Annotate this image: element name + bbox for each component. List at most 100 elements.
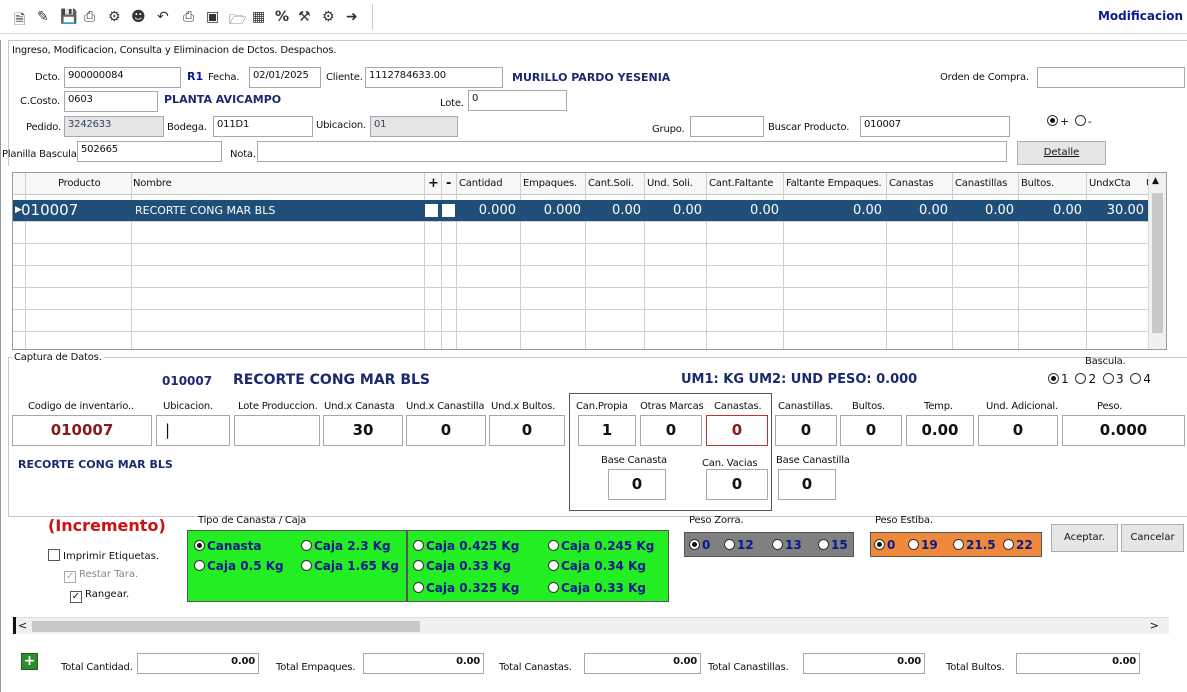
cell-canastas[interactable]: 0.00	[886, 200, 948, 221]
undxcanastilla-field[interactable]: 0	[406, 415, 486, 446]
radio-icon[interactable]	[413, 582, 424, 593]
cell-bultos[interactable]: 0.00	[1018, 200, 1082, 221]
undo-icon[interactable]: ↶	[157, 9, 169, 25]
undxcanasta-field[interactable]: 30	[323, 415, 403, 446]
temp-field[interactable]: 0.00	[906, 415, 974, 446]
col-cant-faltante[interactable]: Cant.Faltante	[706, 173, 773, 195]
bodega-field[interactable]: 011D1	[213, 116, 313, 137]
bascula-radio-icon[interactable]	[1075, 373, 1087, 384]
imprimir-checkbox[interactable]: Imprimir Etiquetas.	[48, 549, 159, 562]
hscroll-thumb[interactable]	[32, 621, 420, 632]
scroll-thumb[interactable]	[1152, 193, 1163, 333]
cell-cant-faltante[interactable]: 0.00	[706, 200, 779, 221]
tipo-caja-2-3[interactable]: Caja 2.3 Kg	[301, 539, 391, 553]
bascula-radio-icon[interactable]	[1102, 373, 1114, 384]
gear-doc-icon[interactable]: ⚙	[108, 9, 121, 25]
dcto-field[interactable]: 900000084	[64, 67, 181, 88]
zorra-opt-15[interactable]: 15	[818, 538, 848, 552]
radio-icon[interactable]	[772, 539, 783, 550]
checkbox-icon[interactable]: ✓	[70, 591, 82, 603]
plus-checkbox[interactable]	[425, 204, 438, 217]
add-icon[interactable]: +	[21, 653, 38, 670]
col-faltante-empaques[interactable]: Faltante Empaques.	[783, 173, 882, 195]
scroll-right-icon[interactable]: >	[1150, 619, 1159, 632]
table-row[interactable]: ▶ 010007 RECORTE CONG MAR BLS 0.000 0.00…	[13, 200, 1165, 221]
lote-field[interactable]: 0	[468, 90, 567, 111]
minus-radio-icon[interactable]	[1074, 115, 1086, 126]
tipo-canasta[interactable]: Canasta	[194, 539, 262, 553]
col-bultos[interactable]: Bultos.	[1018, 173, 1054, 195]
cell-empaques[interactable]: 0.000	[520, 200, 581, 221]
cell-cant-soli[interactable]: 0.00	[585, 200, 641, 221]
grid-vscrollbar[interactable]: ▲	[1148, 173, 1166, 349]
cliente-field[interactable]: 1112784633.00	[365, 67, 503, 88]
bascula-options[interactable]: 1 2 3 4	[1048, 372, 1151, 386]
radio-icon[interactable]	[874, 539, 885, 550]
cell-cantidad[interactable]: 0.000	[456, 200, 516, 221]
radio-icon[interactable]	[818, 539, 829, 550]
col-cant-soli[interactable]: Cant.Soli.	[585, 173, 634, 195]
tools-icon[interactable]: ⚒	[298, 9, 311, 25]
cell-canastillas[interactable]: 0.00	[952, 200, 1014, 221]
edit-doc-icon[interactable]: ✎	[37, 9, 49, 25]
tipo-caja-0-33b[interactable]: Caja 0.33 Kg	[548, 581, 646, 595]
cell-faltante-empaques[interactable]: 0.00	[783, 200, 882, 221]
undad-field[interactable]: 0	[978, 415, 1058, 446]
col-cantidad[interactable]: Cantidad	[456, 173, 503, 195]
radio-icon[interactable]	[548, 582, 559, 593]
basecanastilla-field[interactable]: 0	[778, 469, 836, 500]
radio-icon[interactable]	[548, 540, 559, 551]
settings-icon[interactable]: ⚙	[322, 9, 335, 25]
sign-toggle[interactable]: + -	[1047, 115, 1092, 128]
bascula-radio-icon[interactable]	[1130, 373, 1142, 384]
users-icon[interactable]: ☻	[131, 9, 146, 25]
radio-icon[interactable]	[301, 540, 312, 551]
bascula-radio-icon[interactable]	[1048, 373, 1059, 384]
tipo-caja-0-425[interactable]: Caja 0.425 Kg	[413, 539, 519, 553]
exit-icon[interactable]: ➜	[346, 9, 358, 25]
col-empaques[interactable]: Empaques.	[520, 173, 577, 195]
canastas-field[interactable]: 0	[706, 415, 768, 446]
bultos-field[interactable]: 0	[840, 415, 902, 446]
col-undxcta[interactable]: UndxCta	[1086, 173, 1131, 195]
open-folder-icon[interactable]: 🗁	[229, 9, 246, 33]
aceptar-button[interactable]: Aceptar.	[1051, 524, 1118, 552]
ccosto-field[interactable]: 0603	[64, 91, 158, 112]
new-doc-icon[interactable]: 🗎	[14, 9, 25, 33]
tipo-caja-0-5[interactable]: Caja 0.5 Kg	[194, 559, 284, 573]
radio-icon[interactable]	[548, 560, 559, 571]
printer-icon[interactable]: ⎙	[183, 9, 194, 25]
buscar-field[interactable]: 010007	[860, 116, 1010, 137]
fecha-field[interactable]: 02/01/2025	[249, 67, 321, 88]
otras-field[interactable]: 0	[640, 415, 702, 446]
tipo-caja-0-34[interactable]: Caja 0.34 Kg	[548, 559, 646, 573]
radio-icon[interactable]	[908, 539, 919, 550]
col-nombre[interactable]: Nombre	[130, 173, 172, 195]
planilla-field[interactable]: 502665	[77, 141, 222, 162]
basecanasta-field[interactable]: 0	[608, 469, 666, 500]
col-plus[interactable]: +	[425, 173, 439, 195]
col-minus[interactable]: -	[443, 173, 451, 195]
vacias-field[interactable]: 0	[706, 469, 768, 500]
radio-icon[interactable]	[194, 540, 205, 551]
cell-undxcta[interactable]: 30.00	[1086, 200, 1144, 221]
ubicacion-field[interactable]: 01	[370, 116, 458, 137]
checkbox-icon[interactable]	[48, 549, 60, 561]
rangear-checkbox[interactable]: ✓ Rangear.	[70, 589, 129, 603]
zorra-opt-13[interactable]: 13	[772, 538, 802, 552]
col-canastillas[interactable]: Canastillas	[952, 173, 1007, 195]
calculator-icon[interactable]: ▦	[252, 9, 265, 25]
col-producto[interactable]: Producto	[55, 173, 101, 195]
zorra-opt-0[interactable]: 0	[689, 538, 710, 552]
estiba-opt-22[interactable]: 22	[1003, 538, 1033, 552]
zorra-opt-12[interactable]: 12	[724, 538, 754, 552]
minus-checkbox[interactable]	[442, 204, 455, 217]
scroll-up-icon[interactable]: ▲	[1152, 176, 1159, 186]
canastillas-field[interactable]: 0	[775, 415, 837, 446]
undxbultos-field[interactable]: 0	[489, 415, 565, 446]
lote-input[interactable]	[234, 415, 320, 446]
estiba-opt-21-5[interactable]: 21.5	[953, 538, 996, 552]
print-preview-icon[interactable]: ⎙	[84, 9, 95, 25]
radio-icon[interactable]	[301, 560, 312, 571]
save-icon[interactable]: 💾	[60, 9, 77, 25]
